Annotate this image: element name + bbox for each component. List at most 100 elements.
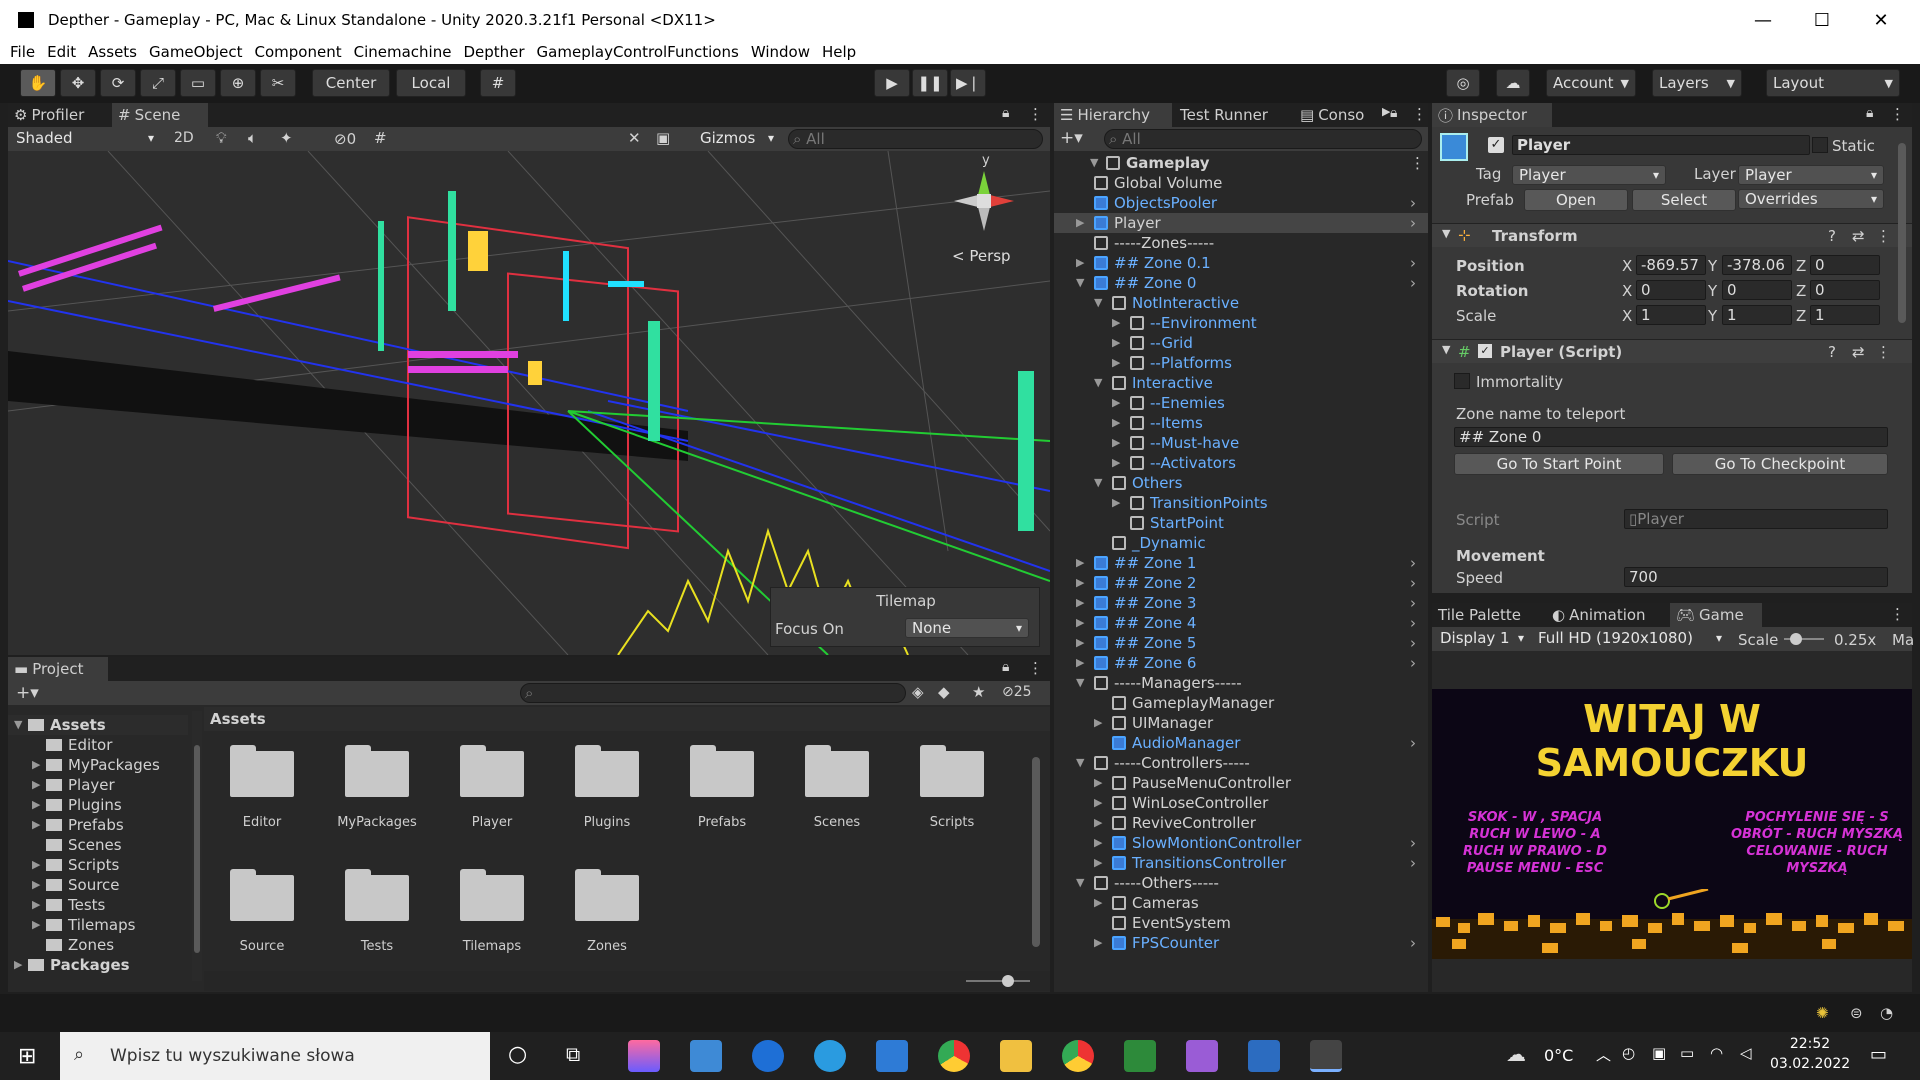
rect-tool-icon[interactable]: ▭	[180, 69, 216, 97]
layers-dropdown[interactable]: Layers ▼	[1652, 69, 1742, 97]
help-icon[interactable]: ?	[1828, 227, 1836, 245]
collapse-arrow-icon[interactable]: ▶	[1076, 573, 1088, 593]
prefab-open-chevron-icon[interactable]: ›	[1410, 213, 1416, 233]
project-tree-item[interactable]: Scenes	[8, 835, 188, 855]
scene-search-input[interactable]: ⌕ All	[788, 129, 1043, 149]
collapse-arrow-icon[interactable]: ▶	[1112, 433, 1124, 453]
hierarchy-row[interactable]: ▼ -----Managers-----	[1054, 673, 1428, 693]
project-tree-item[interactable]: ▶ MyPackages	[8, 755, 188, 775]
lock-icon[interactable]: 🔒︎	[1866, 105, 1873, 121]
project-folder-item[interactable]: Editor	[207, 745, 317, 845]
display-dropdown[interactable]: Display 1	[1434, 629, 1530, 649]
camera-icon[interactable]: ▣	[656, 129, 670, 147]
hierarchy-row[interactable]: ▶ TransitionsController ›	[1054, 853, 1428, 873]
2d-toggle[interactable]: 2D	[174, 130, 194, 146]
tab-profiler[interactable]: ⚙ Profiler	[8, 103, 108, 127]
shading-mode-dropdown[interactable]: Shaded	[10, 129, 160, 149]
project-folder-item[interactable]: Plugins	[552, 745, 662, 845]
tab-inspector[interactable]: ⓘ Inspector	[1432, 103, 1552, 127]
focus-on-dropdown[interactable]: None	[905, 618, 1029, 638]
tray-device-icon[interactable]: ▣	[1652, 1044, 1666, 1062]
task-view-icon[interactable]: ⧉	[566, 1042, 580, 1066]
prefab-open-chevron-icon[interactable]: ›	[1410, 193, 1416, 213]
go-to-start-point-button[interactable]: Go To Start Point	[1454, 453, 1664, 475]
preset-icon[interactable]: ⇄	[1852, 343, 1865, 361]
position-y-input[interactable]: -378.06	[1722, 255, 1792, 275]
menu-window[interactable]: Window	[751, 43, 810, 61]
hierarchy-row[interactable]: ▼ Gameplay ⋮	[1054, 153, 1428, 173]
content-scrollbar[interactable]	[1032, 737, 1044, 967]
tree-scrollbar[interactable]	[192, 711, 202, 981]
hierarchy-row[interactable]: ▶ TransitionPoints	[1054, 493, 1428, 513]
collapse-arrow-icon[interactable]: ▶	[1094, 833, 1106, 853]
tab-tile-palette[interactable]: Tile Palette	[1432, 603, 1544, 627]
tray-chevron-icon[interactable]: ︿	[1596, 1044, 1611, 1065]
project-folder-item[interactable]: Zones	[552, 869, 662, 969]
scale-slider-thumb[interactable]	[1790, 633, 1802, 645]
project-tree-item[interactable]: ▶ Scripts	[8, 855, 188, 875]
custom-tool-icon[interactable]: ✂	[260, 69, 296, 97]
prefab-select-button[interactable]: Select	[1632, 189, 1736, 211]
hierarchy-row[interactable]: ▶ ## Zone 3 ›	[1054, 593, 1428, 613]
collapse-arrow-icon[interactable]: ▶	[1076, 653, 1088, 673]
tree-arrow-icon[interactable]: ▶	[32, 775, 40, 795]
collapse-arrow-icon[interactable]: ▶	[1112, 493, 1124, 513]
tray-network-icon[interactable]: ◴	[1622, 1044, 1635, 1062]
menu-component[interactable]: Component	[255, 43, 342, 61]
collapse-arrow-icon[interactable]: ▶	[1094, 713, 1106, 733]
hierarchy-row[interactable]: ▶ --Grid	[1054, 333, 1428, 353]
grid-toggle-icon[interactable]: #	[374, 129, 387, 147]
hierarchy-row[interactable]: ▶ SlowMontionController ›	[1054, 833, 1428, 853]
transform-header[interactable]: ▼ ⊹ Transform ? ⇄ ⋮	[1432, 223, 1912, 247]
notifications-icon[interactable]: ▭	[1870, 1044, 1887, 1065]
hierarchy-row[interactable]: ▶ WinLoseController	[1054, 793, 1428, 813]
step-button[interactable]: ▶❘	[950, 69, 986, 97]
project-folder-item[interactable]: Tests	[322, 869, 432, 969]
kebab-menu-icon[interactable]: ⋮	[1410, 153, 1425, 173]
collapse-arrow-icon[interactable]: ▶	[1094, 813, 1106, 833]
project-folder-item[interactable]: Source	[207, 869, 317, 969]
app-dropper-icon[interactable]	[628, 1040, 660, 1072]
collapse-arrow-icon[interactable]: ▶	[1094, 933, 1106, 953]
ccleaner-icon[interactable]	[752, 1040, 784, 1072]
expand-arrow-icon[interactable]: ▼	[1076, 873, 1088, 893]
hierarchy-row[interactable]: ▶ ## Zone 2 ›	[1054, 573, 1428, 593]
tree-arrow-icon[interactable]: ▶	[32, 895, 40, 915]
hierarchy-row[interactable]: ▶ FPSCounter ›	[1054, 933, 1428, 953]
hierarchy-row[interactable]: ▼ Interactive	[1054, 373, 1428, 393]
breadcrumb-assets[interactable]: Assets	[210, 710, 266, 728]
static-checkbox[interactable]	[1812, 137, 1828, 153]
position-z-input[interactable]: 0	[1810, 255, 1880, 275]
hidden-packages-icon[interactable]: ⊘25	[1002, 684, 1032, 700]
project-folder-item[interactable]: Tilemaps	[437, 869, 547, 969]
icon-size-slider[interactable]	[966, 980, 1030, 982]
effects-icon[interactable]: ✦	[280, 129, 293, 147]
progress-icon[interactable]: ◔	[1880, 1004, 1893, 1022]
tree-arrow-icon[interactable]: ▶	[32, 875, 40, 895]
close-button[interactable]: ✕	[1852, 0, 1910, 40]
maximize-button[interactable]: ☐	[1793, 0, 1851, 40]
hierarchy-row[interactable]: ▼ Others	[1054, 473, 1428, 493]
hierarchy-row[interactable]: ▼ -----Controllers-----	[1054, 753, 1428, 773]
prefab-open-chevron-icon[interactable]: ›	[1410, 633, 1416, 653]
static-label[interactable]: Static	[1832, 137, 1875, 155]
game-view[interactable]: WITAJ W SAMOUCZKU SKOK - W , SPACJA RUCH…	[1432, 689, 1912, 959]
axis-label[interactable]: X	[1622, 257, 1632, 275]
project-tree-item[interactable]: ▶ Tests	[8, 895, 188, 915]
collapse-arrow-icon[interactable]: ▶	[1094, 773, 1106, 793]
axis-label[interactable]: Y	[1708, 307, 1717, 325]
project-tree-item[interactable]: ▼ Assets	[8, 715, 188, 735]
project-tree-item[interactable]: Editor	[8, 735, 188, 755]
rotation-x-input[interactable]: 0	[1636, 280, 1706, 300]
play-button[interactable]: ▶	[874, 69, 910, 97]
hierarchy-row[interactable]: ▶ PauseMenuController	[1054, 773, 1428, 793]
tab-project[interactable]: ▬ Project	[8, 657, 108, 681]
gizmos-dropdown[interactable]: Gizmos	[694, 129, 780, 149]
collapse-arrow-icon[interactable]: ▶	[1112, 393, 1124, 413]
pivot-local-button[interactable]: Local	[396, 69, 466, 97]
collapse-arrow-icon[interactable]: ▶	[1112, 453, 1124, 473]
resolution-dropdown[interactable]: Full HD (1920x1080)	[1532, 629, 1728, 649]
rotate-tool-icon[interactable]: ⟳	[100, 69, 136, 97]
rotation-y-input[interactable]: 0	[1722, 280, 1792, 300]
tree-arrow-icon[interactable]: ▼	[14, 715, 22, 735]
